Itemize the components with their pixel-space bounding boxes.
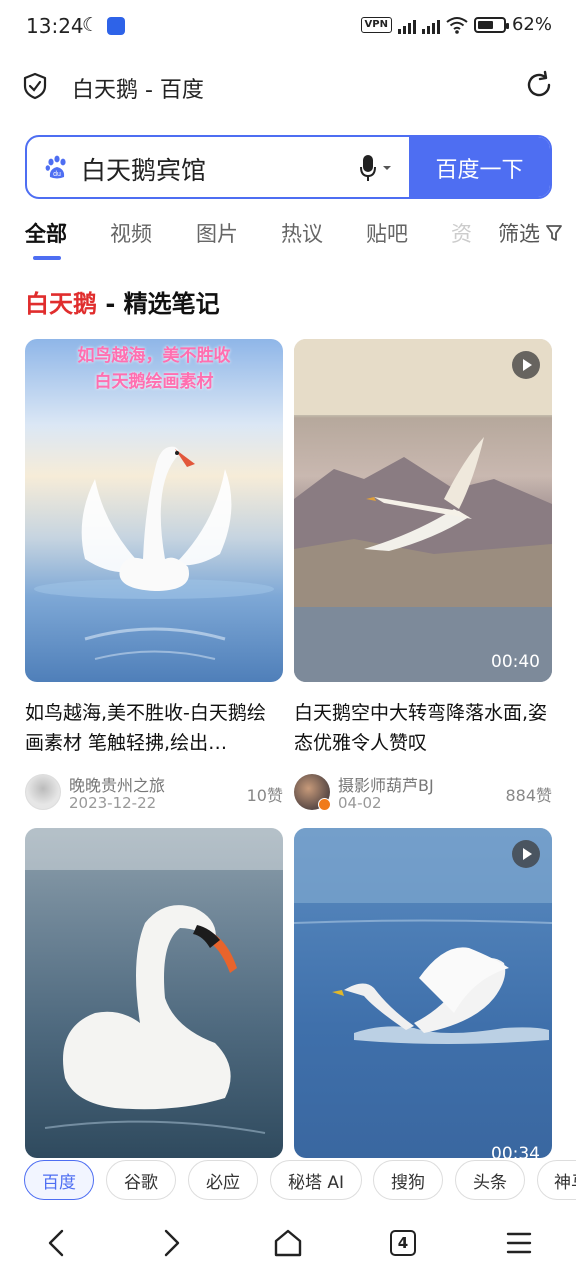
tabs-count-button[interactable]: 4: [390, 1230, 416, 1256]
bottom-navigation: 4: [0, 1212, 576, 1280]
card-video-flying-swan[interactable]: 00:40: [294, 339, 552, 682]
search-input[interactable]: 白天鹅宾馆: [81, 151, 206, 187]
app-notification-icon: [107, 17, 125, 35]
search-box[interactable]: du 白天鹅宾馆 百度一下: [25, 135, 552, 199]
signal-icon-2: [421, 16, 440, 34]
filter-label: 筛选: [498, 222, 540, 246]
engine-chip-toutiao[interactable]: 头条: [455, 1160, 525, 1200]
post-date: 04-02: [338, 794, 382, 812]
play-icon[interactable]: [512, 351, 540, 379]
tab-video[interactable]: 视频: [110, 218, 152, 248]
title-bar: 白天鹅 - 百度: [0, 56, 576, 116]
filter-button[interactable]: 筛选: [478, 218, 562, 248]
heading-suffix: - 精选笔记: [97, 290, 220, 318]
battery-label: 62%: [511, 14, 552, 35]
baidu-paw-icon: du: [45, 155, 66, 179]
card-overlay-line1: 如鸟越海，美不胜收: [77, 346, 231, 366]
note-card[interactable]: 00:40 白天鹅空中大转弯降落水面,姿态优雅令人赞叹 摄影师葫芦BJ 04-0…: [294, 339, 552, 812]
search-button[interactable]: 百度一下: [409, 137, 550, 197]
back-icon[interactable]: [44, 1228, 70, 1258]
tab-discussion[interactable]: 热议: [281, 218, 323, 248]
tab-images[interactable]: 图片: [196, 218, 238, 248]
author-name[interactable]: 晚晚贵州之旅: [69, 772, 165, 796]
card-meta: 晚晚贵州之旅 2023-12-22 10赞: [25, 772, 283, 812]
forward-icon[interactable]: [158, 1228, 184, 1258]
card-meta: 摄影师葫芦BJ 04-02 884赞: [294, 772, 552, 812]
card-overlay-line2: 白天鹅绘画素材: [94, 372, 214, 392]
tab-all[interactable]: 全部: [25, 218, 67, 248]
card-image-swan-closeup[interactable]: [25, 828, 283, 1158]
heading-keyword: 白天鹅: [25, 290, 97, 318]
verified-badge-icon: [318, 798, 331, 811]
moon-icon: ☾: [82, 14, 100, 36]
battery-icon: [473, 16, 509, 33]
microphone-icon[interactable]: [359, 154, 393, 182]
post-date: 2023-12-22: [69, 794, 157, 812]
filter-icon: [546, 225, 562, 241]
section-heading: 白天鹅 - 精选笔记: [25, 284, 220, 319]
vpn-icon: VPN: [360, 16, 392, 33]
engine-chip-bing[interactable]: 必应: [188, 1160, 258, 1200]
card-video-swan-landing[interactable]: 00:34: [294, 828, 552, 1158]
note-card[interactable]: [25, 828, 283, 1158]
svg-text:du: du: [53, 171, 61, 178]
card-image-swan-painting[interactable]: 如鸟越海，美不胜收 白天鹅绘画素材: [25, 339, 283, 682]
status-bar: 13:24 ☾ VPN 62%: [0, 0, 576, 56]
wifi-icon: [446, 16, 468, 34]
tab-tieba[interactable]: 贴吧: [366, 218, 408, 248]
tab-info[interactable]: 资: [451, 218, 472, 248]
engine-chip-shenma[interactable]: 神马: [537, 1160, 576, 1200]
engine-chip-google[interactable]: 谷歌: [106, 1160, 176, 1200]
search-engine-bar: 百度 谷歌 必应 秘塔 AI 搜狗 头条 神马: [0, 1156, 576, 1204]
home-icon[interactable]: [273, 1228, 303, 1258]
engine-chip-sogou[interactable]: 搜狗: [373, 1160, 443, 1200]
active-tab-indicator: [33, 256, 61, 260]
author-name[interactable]: 摄影师葫芦BJ: [338, 772, 434, 796]
status-time: 13:24: [26, 14, 84, 38]
engine-chip-baidu[interactable]: 百度: [24, 1160, 94, 1200]
card-title[interactable]: 白天鹅空中大转弯降落水面,姿态优雅令人赞叹: [294, 698, 552, 758]
swan-photo: [25, 828, 283, 1134]
author-avatar[interactable]: [25, 774, 61, 810]
menu-icon[interactable]: [505, 1228, 533, 1258]
search-tabs: 全部 视频 图片 热议 贴吧 资 筛选: [0, 210, 576, 262]
play-icon[interactable]: [512, 840, 540, 868]
water-scene: [294, 828, 552, 1044]
reload-icon[interactable]: [524, 70, 554, 100]
note-card[interactable]: 如鸟越海，美不胜收 白天鹅绘画素材 如鸟越海,美不胜收-白天鹅绘画素材 笔触轻拂…: [25, 339, 283, 812]
note-card[interactable]: 00:34: [294, 828, 552, 1158]
like-count[interactable]: 884赞: [505, 782, 552, 806]
video-duration: 00:40: [491, 652, 540, 672]
shield-icon[interactable]: [22, 72, 48, 100]
tabs-count: 4: [397, 1234, 409, 1252]
engine-chip-metaso[interactable]: 秘塔 AI: [270, 1160, 362, 1200]
card-title[interactable]: 如鸟越海,美不胜收-白天鹅绘画素材 笔触轻拂,绘出…: [25, 698, 283, 758]
like-count[interactable]: 10赞: [247, 782, 283, 806]
signal-icon: [397, 16, 416, 34]
mountain-scene: [294, 339, 552, 682]
page-title[interactable]: 白天鹅 - 百度: [72, 72, 204, 104]
